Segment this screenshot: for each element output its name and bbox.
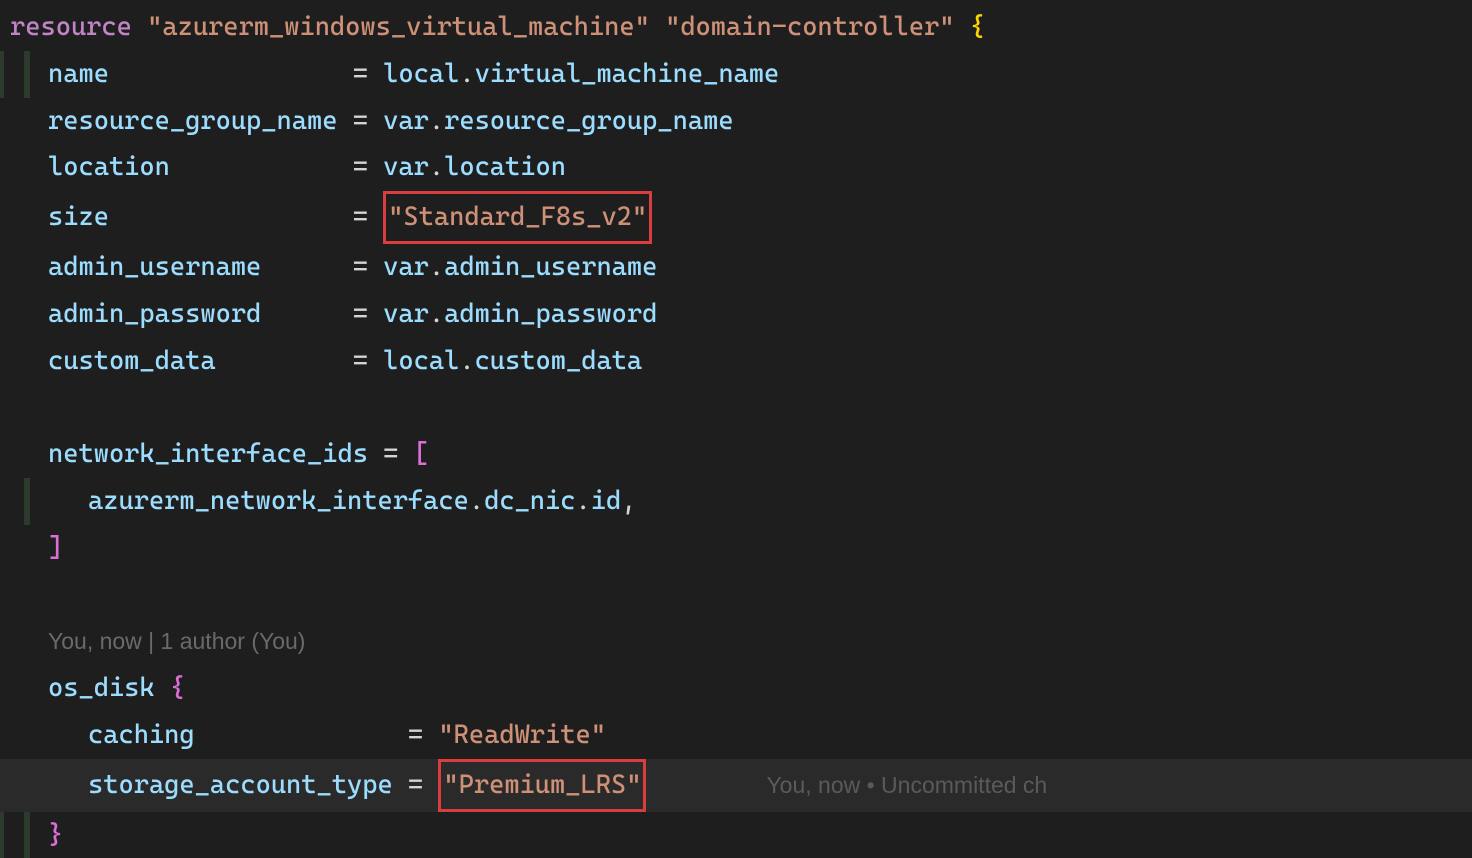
code-editor[interactable]: resource "azurerm_windows_virtual_machin… (0, 4, 1472, 858)
highlight-box-size: "Standard_F8s_v2" (383, 191, 652, 244)
code-line-17[interactable]: } (0, 812, 1472, 858)
git-blame-inline: You, now • Uncommitted ch (646, 772, 1047, 798)
git-blame-text: You, now | 1 author (You) (48, 628, 305, 654)
ns-local: local (383, 59, 459, 89)
attr-name: size (48, 202, 109, 232)
attr-value: resource_group_name (444, 106, 733, 136)
attr-value: admin_username (444, 252, 657, 282)
attr-name: admin_password (48, 299, 261, 329)
code-line-5[interactable]: size = "Standard_F8s_v2" (0, 191, 1472, 244)
attr-value: location (444, 152, 566, 182)
attr-name: network_interface_ids (48, 439, 368, 469)
highlight-box-storage: "Premium_LRS" (438, 759, 646, 812)
code-line-1[interactable]: resource "azurerm_windows_virtual_machin… (0, 4, 1472, 51)
code-line-blank-1[interactable] (0, 384, 1472, 431)
attr-name: name (48, 59, 109, 89)
attr-name: admin_username (48, 252, 261, 282)
keyword-resource: resource (10, 12, 132, 42)
code-line-15[interactable]: caching = "ReadWrite" (0, 712, 1472, 759)
resource-type: "azurerm_windows_virtual_machine" (147, 12, 650, 42)
code-line-2[interactable]: name = local.virtual_machine_name (0, 51, 1472, 98)
ns-var: var (383, 106, 429, 136)
code-line-blank-2[interactable] (0, 572, 1472, 619)
open-bracket: [ (414, 439, 429, 469)
ns-var: var (383, 152, 429, 182)
nic-ref-2: dc_nic (484, 486, 575, 516)
nic-ref-1: azurerm_network_interface (88, 486, 469, 516)
ns-var: var (383, 299, 429, 329)
attr-name: resource_group_name (48, 106, 337, 136)
open-brace-osdisk: { (155, 673, 185, 703)
code-line-3[interactable]: resource_group_name = var.resource_group… (0, 98, 1472, 145)
close-brace-osdisk: } (48, 820, 63, 850)
attr-value: virtual_machine_name (475, 59, 780, 89)
code-line-8[interactable]: custom_data = local.custom_data (0, 338, 1472, 385)
resource-name: "domain-controller" (665, 12, 954, 42)
attr-value: admin_password (444, 299, 657, 329)
attr-name: custom_data (48, 346, 216, 376)
code-line-6[interactable]: admin_username = var.admin_username (0, 244, 1472, 291)
caching-value: "ReadWrite" (438, 720, 606, 750)
code-line-12[interactable]: ] (0, 525, 1472, 572)
ns-var: var (383, 252, 429, 282)
code-line-10[interactable]: network_interface_ids = [ (0, 431, 1472, 478)
git-blame-block: You, now | 1 author (You) (0, 618, 1472, 665)
size-value: "Standard_F8s_v2" (388, 202, 647, 232)
open-brace: { (970, 12, 985, 42)
attr-value: custom_data (475, 346, 643, 376)
block-name-osdisk: os_disk (48, 673, 155, 703)
ns-local: local (383, 346, 459, 376)
close-bracket: ] (48, 533, 63, 563)
attr-name: caching (88, 720, 195, 750)
code-line-4[interactable]: location = var.location (0, 144, 1472, 191)
storage-value: "Premium_LRS" (443, 770, 641, 800)
code-line-16-current[interactable]: storage_account_type = "Premium_LRS"You,… (0, 759, 1472, 812)
nic-ref-3: id (591, 486, 621, 516)
code-line-7[interactable]: admin_password = var.admin_password (0, 291, 1472, 338)
attr-name: location (48, 152, 170, 182)
code-line-14[interactable]: os_disk { (0, 665, 1472, 712)
code-line-11[interactable]: azurerm_network_interface.dc_nic.id, (0, 478, 1472, 525)
attr-name: storage_account_type (88, 770, 393, 800)
